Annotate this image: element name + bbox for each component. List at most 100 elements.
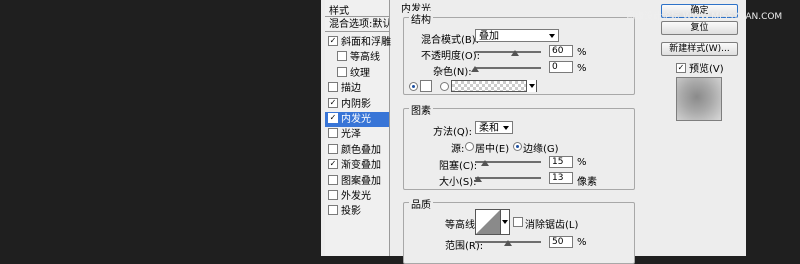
noise-slider[interactable] — [475, 67, 541, 69]
style-item-label: 内发光 — [341, 114, 371, 125]
structure-title: 结构 — [409, 11, 433, 26]
technique-select[interactable]: 柔和 — [475, 121, 513, 134]
watermark-text: 思缘设计论坛 WWW.MISSYUAN.COM — [626, 12, 783, 22]
style-item[interactable]: ✓ 斜面和浮雕 — [325, 35, 391, 50]
blend-mode-select[interactable]: 叠加 — [475, 29, 559, 42]
preview-label: 预览(V) — [689, 64, 724, 75]
style-item[interactable]: ✓ 内发光 — [325, 112, 389, 127]
style-item-label: 斜面和浮雕 — [341, 37, 391, 48]
style-item-checkbox[interactable]: ✓ — [328, 98, 338, 108]
size-input[interactable]: 13 — [549, 172, 573, 184]
contour-curve-icon — [476, 210, 500, 234]
contour-label: 等高线: — [445, 220, 479, 231]
dialog-actions: 确定 复位 新建样式(W)... ✓ 预览(V) — [661, 0, 746, 256]
size-slider[interactable] — [475, 177, 541, 179]
style-item-checkbox[interactable] — [328, 128, 338, 138]
choke-slider-thumb[interactable] — [481, 160, 489, 166]
opacity-unit: % — [577, 47, 587, 58]
style-item-checkbox[interactable] — [337, 67, 347, 77]
elements-title: 图素 — [409, 102, 433, 117]
style-item[interactable]: 纹理 — [325, 66, 389, 81]
range-label: 范围(R): — [445, 241, 484, 252]
style-item-label: 渐变叠加 — [341, 160, 381, 171]
style-item-label: 图案叠加 — [341, 176, 381, 187]
chevron-down-icon — [549, 34, 555, 38]
blend-mode-value: 叠加 — [479, 31, 499, 42]
choke-unit: % — [577, 157, 587, 168]
style-item-checkbox[interactable] — [328, 190, 338, 200]
style-item-label: 光泽 — [341, 129, 361, 140]
reset-button[interactable]: 复位 — [661, 21, 738, 35]
blending-options-item[interactable]: 混合选项:默认 — [325, 16, 389, 32]
style-item-label: 颜色叠加 — [341, 145, 381, 156]
styles-panel: 样式 混合选项:默认 ✓ 斜面和浮雕 等高线 纹理 描边 ✓ 内阴影 ✓ 内发光 光泽 颜色叠加 ✓ 渐… — [325, 0, 391, 256]
range-input[interactable]: 50 — [549, 236, 573, 248]
opacity-input[interactable]: 60 — [549, 45, 573, 57]
technique-value: 柔和 — [479, 123, 499, 134]
solid-color-radio[interactable] — [409, 82, 418, 91]
contour-picker[interactable] — [475, 209, 501, 235]
size-label: 大小(S): — [439, 177, 477, 188]
source-center-label: 居中(E) — [475, 144, 510, 155]
range-unit: % — [577, 237, 587, 248]
style-item-checkbox[interactable] — [328, 175, 338, 185]
style-item[interactable]: 图案叠加 — [325, 174, 389, 189]
range-slider-thumb[interactable] — [504, 240, 512, 246]
style-preview-thumbnail — [676, 77, 722, 121]
style-item[interactable]: ✓ 内阴影 — [325, 97, 389, 112]
style-item-label: 外发光 — [341, 191, 371, 202]
style-item-checkbox[interactable]: ✓ — [328, 159, 338, 169]
style-item-label: 投影 — [341, 206, 361, 217]
choke-input[interactable]: 15 — [549, 156, 573, 168]
contour-dropdown[interactable] — [501, 209, 510, 235]
style-item[interactable]: 外发光 — [325, 189, 389, 204]
preview-toggle[interactable]: ✓ 预览(V) — [676, 60, 724, 75]
style-item[interactable]: 描边 — [325, 81, 389, 96]
source-center-radio[interactable] — [465, 142, 474, 151]
gradient-radio[interactable] — [440, 82, 449, 91]
preview-checkbox[interactable]: ✓ — [676, 63, 686, 73]
noise-input[interactable]: 0 — [549, 61, 573, 73]
chevron-down-icon — [502, 220, 508, 224]
styles-title: 样式 — [329, 6, 349, 17]
style-item-label: 描边 — [341, 83, 361, 94]
noise-unit: % — [577, 63, 587, 74]
new-style-button[interactable]: 新建样式(W)... — [661, 42, 738, 56]
style-item-checkbox[interactable]: ✓ — [328, 113, 338, 123]
size-unit: 像素 — [577, 177, 597, 188]
style-item-label: 纹理 — [350, 68, 370, 79]
opacity-slider[interactable] — [475, 51, 541, 53]
size-slider-thumb[interactable] — [474, 176, 482, 182]
style-item[interactable]: 等高线 — [325, 50, 389, 65]
noise-label: 杂色(N): — [433, 67, 472, 78]
quality-group — [403, 202, 635, 264]
style-item-checkbox[interactable] — [328, 144, 338, 154]
opacity-slider-thumb[interactable] — [511, 50, 519, 56]
gradient-picker[interactable] — [451, 80, 537, 92]
choke-label: 阻塞(C): — [439, 161, 478, 172]
blend-mode-label: 混合模式(B): — [421, 35, 480, 46]
technique-label: 方法(Q): — [433, 127, 473, 138]
style-item[interactable]: 颜色叠加 — [325, 143, 389, 158]
antialias-checkbox[interactable] — [513, 217, 523, 227]
source-edge-radio[interactable] — [513, 142, 522, 151]
style-item-checkbox[interactable] — [328, 82, 338, 92]
antialias-label: 消除锯齿(L) — [525, 220, 579, 231]
opacity-label: 不透明度(O): — [421, 51, 481, 62]
glow-color-swatch[interactable] — [420, 80, 432, 92]
style-item[interactable]: 投影 — [325, 204, 389, 219]
style-item-label: 等高线 — [350, 52, 380, 63]
chevron-down-icon — [503, 126, 509, 130]
style-item[interactable]: ✓ 渐变叠加 — [325, 158, 389, 173]
style-item-checkbox[interactable] — [328, 205, 338, 215]
quality-title: 品质 — [409, 196, 433, 211]
style-item-label: 内阴影 — [341, 99, 371, 110]
source-edge-label: 边缘(G) — [523, 144, 559, 155]
style-item-checkbox[interactable] — [337, 51, 347, 61]
style-item[interactable]: 光泽 — [325, 127, 389, 142]
chevron-down-icon[interactable] — [526, 80, 536, 92]
inner-glow-settings: 内发光 结构 混合模式(B): 叠加 不透明度(O): 60 % 杂色(N): … — [393, 0, 646, 264]
source-label: 源: — [451, 144, 465, 155]
style-item-checkbox[interactable]: ✓ — [328, 36, 338, 46]
noise-slider-thumb[interactable] — [471, 66, 479, 72]
